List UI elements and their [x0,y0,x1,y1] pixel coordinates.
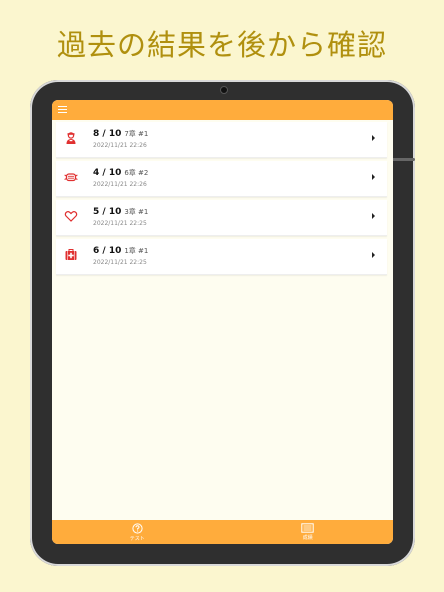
app-screen: 8 / 10 7章 #1 2022/11/21 22:26 4 / 10 6章 #2… [52,100,393,544]
timestamp: 2022/11/21 22:25 [93,259,147,266]
tab-label: 成績 [302,535,313,541]
score-text: 6 / 10 1章 #1 [93,246,149,256]
question-circle-icon [132,522,143,534]
result-item[interactable]: 5 / 10 3章 #1 2022/11/21 22:25 [56,200,387,236]
first-aid-kit-icon [65,249,77,260]
score-text: 5 / 10 3章 #1 [93,207,149,217]
mask-icon [64,173,78,182]
timestamp: 2022/11/21 22:26 [93,181,147,188]
chevron-right-icon [372,213,375,219]
firefighter-icon [66,132,76,144]
hamburger-menu-icon[interactable] [58,106,67,113]
chapter-label: 3章 #1 [124,208,149,216]
chapter-label: 1章 #1 [124,247,149,255]
tab-results[interactable]: 成績 [223,520,394,544]
timestamp: 2022/11/21 22:25 [93,220,147,227]
chevron-right-icon [372,174,375,180]
top-app-bar [52,100,393,120]
tab-test[interactable]: テスト [52,520,223,544]
heart-outline-icon [64,211,78,222]
chapter-label: 6章 #2 [124,169,149,177]
promo-headline: 過去の結果を後から確認 [56,28,387,62]
chevron-right-icon [372,252,375,258]
result-item[interactable]: 8 / 10 7章 #1 2022/11/21 22:26 [56,122,387,158]
score-text: 8 / 10 7章 #1 [93,129,149,139]
chapter-label: 7章 #1 [124,130,149,138]
results-list: 8 / 10 7章 #1 2022/11/21 22:26 4 / 10 6章 #2… [52,120,393,275]
bottom-tab-bar: テスト 成績 [52,520,393,544]
camera-icon [220,86,228,94]
report-card-icon [301,523,314,533]
timestamp: 2022/11/21 22:26 [93,142,147,149]
result-item[interactable]: 4 / 10 6章 #2 2022/11/21 22:26 [56,161,387,197]
result-item[interactable]: 6 / 10 1章 #1 2022/11/21 22:25 [56,239,387,275]
score-text: 4 / 10 6章 #2 [93,168,149,178]
chevron-right-icon [372,135,375,141]
tab-label: テスト [129,535,145,542]
